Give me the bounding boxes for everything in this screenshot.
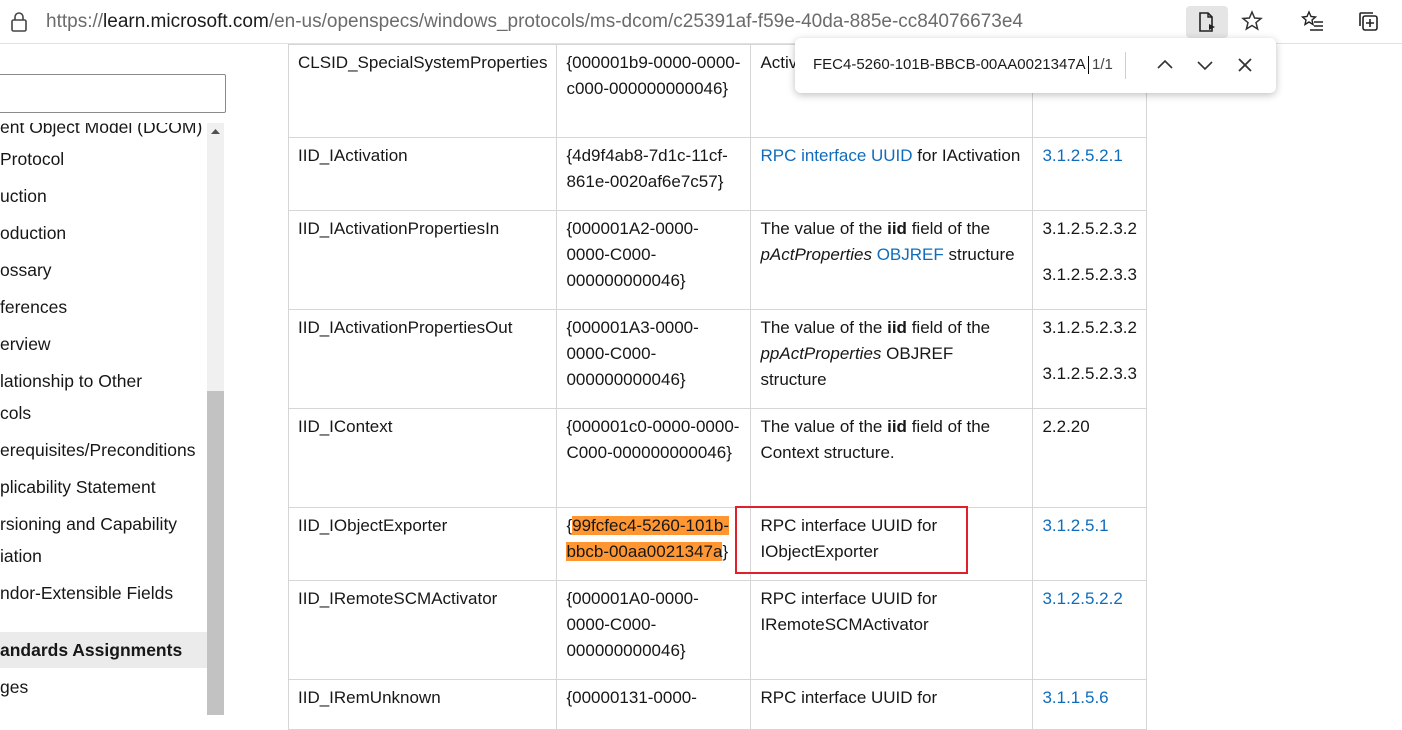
description-cell: RPC interface UUID for IRemoteSCMActivat… [750,580,1034,680]
table-row: IID_IActivationPropertiesOut {000001A3-0… [287,309,1147,409]
uuid-cell: {4d9f4ab8-7d1c-11cf-861e-0020af6e7c57} [556,137,752,211]
section-reference: 3.1.2.5.2.3.3 [1042,364,1137,383]
divider [1125,52,1126,79]
read-aloud-icon [1199,12,1215,32]
table-row: IID_IObjectExporter {99fcfec4-5260-101b-… [287,507,1147,581]
lock-icon[interactable] [8,11,30,33]
description-text: The value of the [760,318,883,337]
pactproperties-italic: pActProperties [760,245,872,264]
description-text: The value of the [760,219,883,238]
description-cell: The value of the iid field of the ppActP… [750,309,1034,409]
find-input[interactable]: FEC4-5260-101B-BBCB-00AA0021347A [813,55,1089,75]
name-cell: IID_IContext [287,408,558,508]
toc-item[interactable]: ferences [0,291,67,323]
table-row: IID_IContext {000001c0-0000-0000-C000-00… [287,408,1147,508]
name-cell: IID_IRemoteSCMActivator [287,580,558,680]
reference-cell: 3.1.2.5.1 [1032,507,1147,581]
description-text: The value of the [760,417,883,436]
section-link[interactable]: 3.1.1.5.6 [1042,688,1108,707]
toc-item[interactable]: plicability Statement [0,471,156,503]
uuid-cell: {99fcfec4-5260-101b-bbcb-00aa0021347a} [556,507,752,581]
toc-item-selected[interactable]: andards Assignments [0,632,207,668]
description-text: for IActivation [917,146,1021,165]
rpc-interface-uuid-link[interactable]: RPC interface UUID [760,146,912,165]
table-of-contents-sidebar: ent Object Model (DCOM) Protocol uction … [0,45,228,715]
toc-item[interactable]: ndor-Extensible Fields [0,577,173,609]
description-cell: The value of the iid field of the pActPr… [750,210,1034,310]
read-aloud-button[interactable] [1186,6,1228,38]
toc-item[interactable]: uction [0,180,47,212]
table-row: IID_IRemUnknown {00000131-0000- RPC inte… [287,679,1147,730]
description-text: field of the [911,219,991,238]
toc-item[interactable]: erequisites/Preconditions [0,434,196,466]
description-cell: The value of the iid field of the Contex… [750,408,1034,508]
reference-cell: 3.1.2.5.2.1 [1032,137,1147,211]
reference-cell: 3.1.2.5.2.2 [1032,580,1147,680]
toc-item[interactable]: ossary [0,254,52,286]
description-cell: RPC interface UUID for [750,679,1034,730]
toc-list: ent Object Model (DCOM) Protocol uction … [0,123,207,715]
scrollbar-thumb[interactable] [207,391,224,715]
favorite-star-icon[interactable] [1240,9,1264,33]
uuid-cell: {000001c0-0000-0000-C000-000000000046} [556,408,752,508]
section-link[interactable]: 3.1.2.5.1 [1042,516,1108,535]
table-row: IID_IActivation {4d9f4ab8-7d1c-11cf-861e… [287,137,1147,211]
name-cell: CLSID_SpecialSystemProperties [287,44,558,138]
standards-assignments-table: CLSID_SpecialSystemProperties {000001b9-… [287,44,1147,730]
table-row: IID_IActivationPropertiesIn {000001A2-00… [287,210,1147,310]
section-link[interactable]: 3.1.2.5.2.2 [1042,589,1122,608]
find-match-highlight: 99fcfec4-5260-101b-bbcb-00aa0021347a [566,516,730,561]
toc-item[interactable]: erview [0,328,51,360]
toc-scrollbar[interactable] [207,123,224,715]
name-cell: IID_IRemUnknown [287,679,558,730]
favorites-list-icon[interactable] [1301,9,1325,33]
reference-cell: 3.1.2.5.2.3.2 3.1.2.5.2.3.3 [1032,309,1147,409]
name-cell: IID_IActivationPropertiesIn [287,210,558,310]
section-reference: 3.1.2.5.2.3.3 [1042,265,1137,284]
previous-match-icon[interactable] [1153,53,1177,77]
match-count: 1/1 [1092,56,1113,73]
annotation-highlight-box [735,506,968,574]
uuid-cell: {000001A0-0000-0000-C000-000000000046} [556,580,752,680]
ppactproperties-italic: ppActProperties [760,344,882,363]
reference-cell: 3.1.2.5.2.3.2 3.1.2.5.2.3.3 [1032,210,1147,310]
section-reference: 3.1.2.5.2.3.2 [1042,318,1137,337]
description-text: field of the [911,318,991,337]
section-link[interactable]: 3.1.2.5.2.1 [1042,146,1122,165]
next-match-icon[interactable] [1193,53,1217,77]
table-row: IID_IRemoteSCMActivator {000001A0-0000-0… [287,580,1147,680]
reference-cell: 3.1.1.5.6 [1032,679,1147,730]
collections-icon[interactable] [1356,9,1380,33]
toc-filter-input[interactable] [0,74,226,113]
name-cell: IID_IActivation [287,137,558,211]
close-icon[interactable] [1233,53,1257,77]
url-text[interactable]: https://learn.microsoft.com/en-us/opensp… [46,10,1023,34]
toc-item[interactable]: ges [0,671,28,703]
uuid-cell: {000001A2-0000-0000-C000-000000000046} [556,210,752,310]
toc-item[interactable]: cols [0,397,31,429]
section-reference: 3.1.2.5.2.3.2 [1042,219,1137,238]
iid-bold: iid [887,318,907,337]
description-text: structure [948,245,1015,264]
toc-item[interactable]: iation [0,540,42,572]
iid-bold: iid [887,219,907,238]
reference-cell: 2.2.20 [1032,408,1147,508]
toc-item[interactable]: Protocol [0,143,64,175]
uuid-cell: {00000131-0000- [556,679,752,730]
find-on-page-bar: FEC4-5260-101B-BBCB-00AA0021347A 1/1 [795,38,1276,93]
toc-item[interactable]: ent Object Model (DCOM) [0,123,202,143]
iid-bold: iid [887,417,907,436]
toc-item[interactable]: rsioning and Capability [0,508,177,540]
scroll-up-arrow-icon[interactable] [207,123,224,140]
description-cell: RPC interface UUID for IActivation [750,137,1034,211]
objref-link[interactable]: OBJREF [877,245,944,264]
uuid-cell: {000001A3-0000-0000-C000-000000000046} [556,309,752,409]
name-cell: IID_IObjectExporter [287,507,558,581]
uuid-cell: {000001b9-0000-0000-c000-000000000046} [556,44,752,138]
toc-item[interactable]: lationship to Other [0,365,142,397]
toc-item[interactable]: oduction [0,217,66,249]
name-cell: IID_IActivationPropertiesOut [287,309,558,409]
